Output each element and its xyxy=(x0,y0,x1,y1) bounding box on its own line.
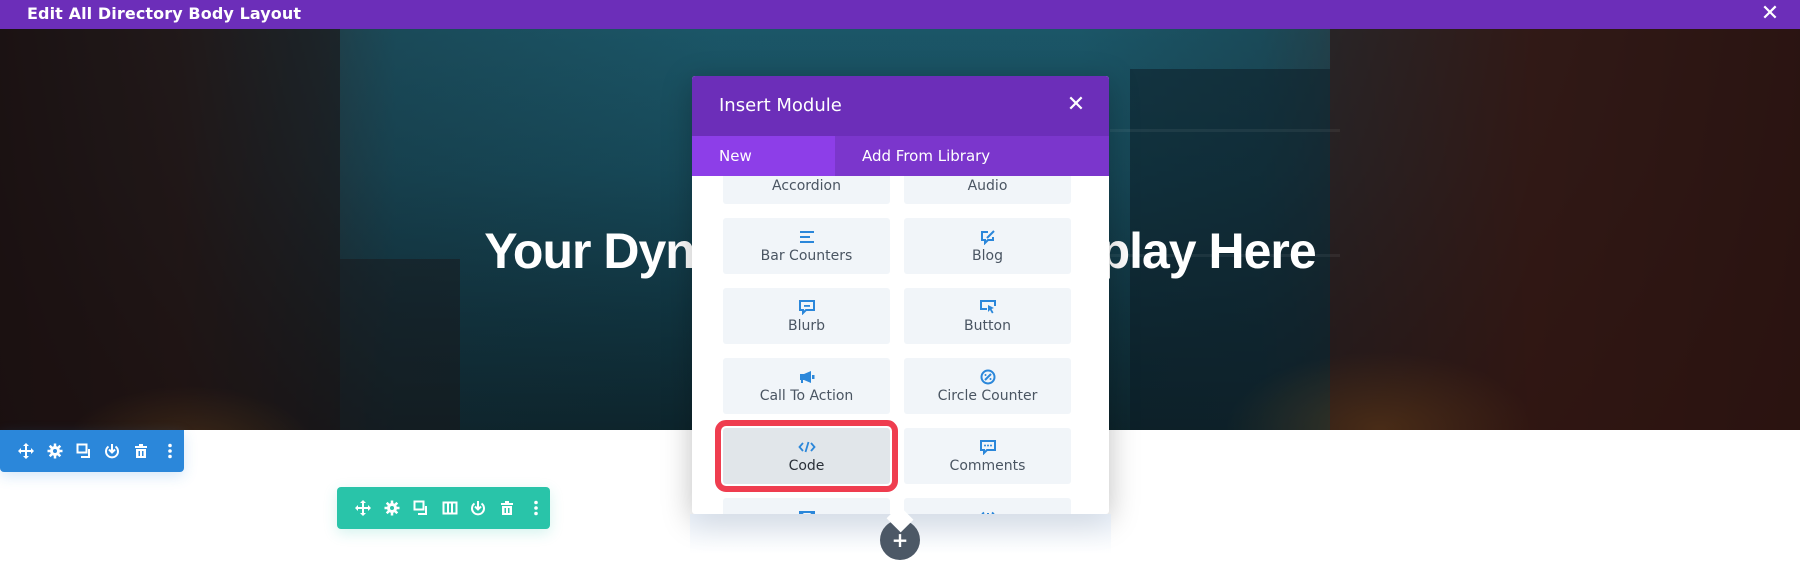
move-button[interactable] xyxy=(12,436,41,466)
duplicate-icon xyxy=(413,500,427,515)
modal-tabs: New Module Add From Library xyxy=(692,136,1109,205)
button-icon xyxy=(979,298,997,316)
module-label: Circle Counter xyxy=(937,388,1038,404)
blog-icon xyxy=(979,228,997,246)
module-label: Call To Action xyxy=(759,388,854,404)
trash-icon xyxy=(135,444,148,458)
code-icon xyxy=(797,438,816,456)
module-accordion[interactable]: Accordion xyxy=(723,176,890,204)
gear-icon xyxy=(47,443,63,459)
module-label: Code xyxy=(788,458,825,474)
module-label: Comments xyxy=(949,458,1026,474)
trash-icon xyxy=(500,501,513,515)
module-label: Blog xyxy=(972,248,1003,264)
roof-line xyxy=(1110,129,1340,132)
duplicate-button[interactable] xyxy=(406,493,435,523)
settings-button[interactable] xyxy=(41,436,70,466)
module-bar-counters[interactable]: Bar Counters xyxy=(723,218,890,274)
more-vertical-icon xyxy=(533,500,538,516)
columns-button[interactable] xyxy=(435,493,464,523)
row-toolbar xyxy=(0,430,184,472)
more-vertical-icon xyxy=(167,443,172,459)
save-icon xyxy=(105,444,120,459)
close-icon[interactable]: ✕ xyxy=(1065,93,1087,117)
building-left-low xyxy=(340,259,460,430)
module-countdown-timer[interactable] xyxy=(904,498,1071,514)
comments-icon xyxy=(979,438,997,456)
module-call-to-action[interactable]: Call To Action xyxy=(723,358,890,414)
module-circle-counter[interactable]: Circle Counter xyxy=(904,358,1071,414)
blurb-icon xyxy=(798,298,816,316)
columns-icon xyxy=(442,501,458,515)
move-button[interactable] xyxy=(349,493,378,523)
module-label: Button xyxy=(964,318,1011,334)
move-icon xyxy=(355,500,372,516)
gear-icon xyxy=(384,500,400,516)
duplicate-button[interactable] xyxy=(69,436,98,466)
module-label: Audio xyxy=(967,178,1008,194)
tab-add-from-library[interactable]: Add From Library xyxy=(835,136,1017,176)
modal-title: Insert Module xyxy=(719,95,842,116)
duplicate-icon xyxy=(76,443,90,458)
close-icon[interactable]: ✕ xyxy=(1758,2,1782,26)
module-label: Blurb xyxy=(787,318,825,334)
module-button[interactable]: Button xyxy=(904,288,1071,344)
save-icon xyxy=(471,501,486,516)
layout-title: Edit All Directory Body Layout xyxy=(27,4,302,23)
module-label: Bar Counters xyxy=(760,248,853,264)
top-bar: Edit All Directory Body Layout ✕ xyxy=(0,0,1800,29)
delete-button[interactable] xyxy=(493,493,522,523)
module-comments[interactable]: Comments xyxy=(904,428,1071,484)
module-label: Accordion xyxy=(771,178,841,194)
more-button[interactable] xyxy=(155,436,184,466)
section-toolbar xyxy=(337,487,550,529)
module-list[interactable]: Accordion Audio Bar Counters Blog Blurb … xyxy=(692,176,1109,514)
circle-counter-icon xyxy=(979,368,997,386)
tab-new-module[interactable]: New Module xyxy=(692,136,835,205)
module-blog[interactable]: Blog xyxy=(904,218,1071,274)
settings-button[interactable] xyxy=(378,493,407,523)
bar-counters-icon xyxy=(798,228,816,246)
delete-button[interactable] xyxy=(127,436,156,466)
module-audio[interactable]: Audio xyxy=(904,176,1071,204)
modal-header: Insert Module ✕ xyxy=(692,76,1109,136)
move-icon xyxy=(18,443,35,459)
save-button[interactable] xyxy=(464,493,493,523)
module-contact-form[interactable] xyxy=(723,498,890,514)
more-button[interactable] xyxy=(521,493,550,523)
module-blurb[interactable]: Blurb xyxy=(723,288,890,344)
insert-module-modal: Insert Module ✕ New Module Add From Libr… xyxy=(692,76,1109,514)
megaphone-icon xyxy=(798,368,816,386)
module-code[interactable]: Code xyxy=(715,420,898,492)
save-button[interactable] xyxy=(98,436,127,466)
